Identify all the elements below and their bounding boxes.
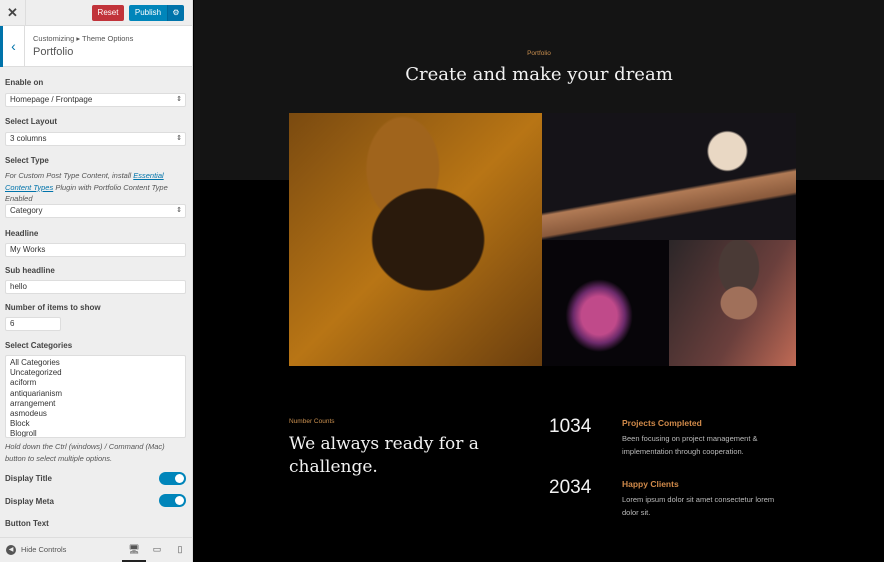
customizer-header: ✕ Reset Publish ⚙ <box>0 0 192 26</box>
close-icon[interactable]: ✕ <box>0 0 26 26</box>
category-option[interactable]: Uncategorized <box>10 368 181 378</box>
portfolio-subtitle: Portfolio <box>527 50 551 57</box>
number-counts-label: Number Counts <box>289 418 335 425</box>
stat-desc: Been focusing on project management & im… <box>622 434 758 456</box>
select-layout-select[interactable]: 3 columns ⇕ <box>5 132 186 146</box>
enable-on-select[interactable]: Homepage / Frontpage ⇕ <box>5 93 186 107</box>
enable-on-value: Homepage / Frontpage <box>10 95 93 104</box>
enable-on-label: Enable on <box>5 78 44 87</box>
stat-number: 1034 <box>549 416 592 437</box>
hide-controls-icon[interactable]: ◀ <box>6 545 16 555</box>
categories-note: Hold down the Ctrl (windows) / Command (… <box>5 442 165 463</box>
categories-label: Select Categories <box>5 341 73 350</box>
select-arrows-icon: ⇕ <box>176 96 182 103</box>
stat-number: 2034 <box>549 477 592 498</box>
display-title-label: Display Title <box>5 474 52 483</box>
back-icon[interactable]: ‹ <box>0 26 25 67</box>
note-text: For Custom Post Type Content, install <box>5 171 134 180</box>
gear-icon[interactable]: ⚙ <box>167 5 184 21</box>
section-header: ‹ Customizing ▸ Theme Options Portfolio <box>0 26 192 67</box>
stat-title: Projects Completed <box>622 418 702 428</box>
portfolio-title: Create and make your dream <box>405 64 673 85</box>
portfolio-image-pink-hair[interactable] <box>542 240 669 366</box>
category-option[interactable]: arrangement <box>10 399 181 409</box>
portfolio-image-man-cap[interactable] <box>669 240 796 366</box>
select-type-label: Select Type <box>5 156 49 165</box>
category-option[interactable]: Blogroll <box>10 429 181 437</box>
categories-multiselect[interactable]: All Categories Uncategorized aciform ant… <box>5 355 186 438</box>
display-meta-label: Display Meta <box>5 497 54 506</box>
headline-input[interactable]: My Works <box>5 243 186 257</box>
type-value: Category <box>10 206 43 215</box>
breadcrumb: Customizing ▸ Theme Options <box>33 34 134 43</box>
reset-button[interactable]: Reset <box>92 5 124 21</box>
portfolio-image-woman-headwrap[interactable] <box>289 113 542 366</box>
desktop-icon[interactable]: 🖥 <box>127 544 141 555</box>
customizer-panel: ✕ Reset Publish ⚙ ‹ Customizing ▸ Theme … <box>0 0 193 562</box>
headline-label: Headline <box>5 229 39 238</box>
category-option[interactable]: All Categories <box>10 358 181 368</box>
hide-controls-button[interactable]: Hide Controls <box>21 545 66 554</box>
select-arrows-icon: ⇕ <box>176 207 182 214</box>
select-type-select[interactable]: Category ⇕ <box>5 204 186 218</box>
layout-value: 3 columns <box>10 134 47 143</box>
select-arrows-icon: ⇕ <box>176 135 182 142</box>
mobile-icon[interactable]: ▯ <box>173 544 187 555</box>
publish-button[interactable]: Publish <box>129 5 167 21</box>
stat-title: Happy Clients <box>622 479 679 489</box>
section-title: Portfolio <box>33 46 74 58</box>
site-preview: Portfolio Create and make your dream Num… <box>194 0 884 562</box>
category-option[interactable]: aciform <box>10 378 181 388</box>
sub-headline-label: Sub headline <box>5 266 55 275</box>
num-items-label: Number of items to show <box>5 303 101 312</box>
category-option[interactable]: antiquarianism <box>10 389 181 399</box>
customizer-footer: ◀ Hide Controls 🖥 ▭ ▯ <box>0 537 192 562</box>
portfolio-image-hand-baseball[interactable] <box>542 113 796 240</box>
display-title-toggle[interactable] <box>159 472 186 485</box>
num-items-input[interactable]: 6 <box>5 317 61 331</box>
sub-headline-input[interactable]: hello <box>5 280 186 294</box>
select-type-note: For Custom Post Type Content, install Es… <box>5 170 187 205</box>
number-counts-headline: We always ready for a challenge. <box>289 434 479 477</box>
tablet-icon[interactable]: ▭ <box>150 544 164 555</box>
category-option[interactable]: Block <box>10 419 181 429</box>
select-layout-label: Select Layout <box>5 117 58 126</box>
stat-desc: Lorem ipsum dolor sit amet consectetur l… <box>622 495 775 517</box>
display-meta-toggle[interactable] <box>159 494 186 507</box>
category-option[interactable]: asmodeus <box>10 409 181 419</box>
button-text-label: Button Text <box>5 519 49 528</box>
